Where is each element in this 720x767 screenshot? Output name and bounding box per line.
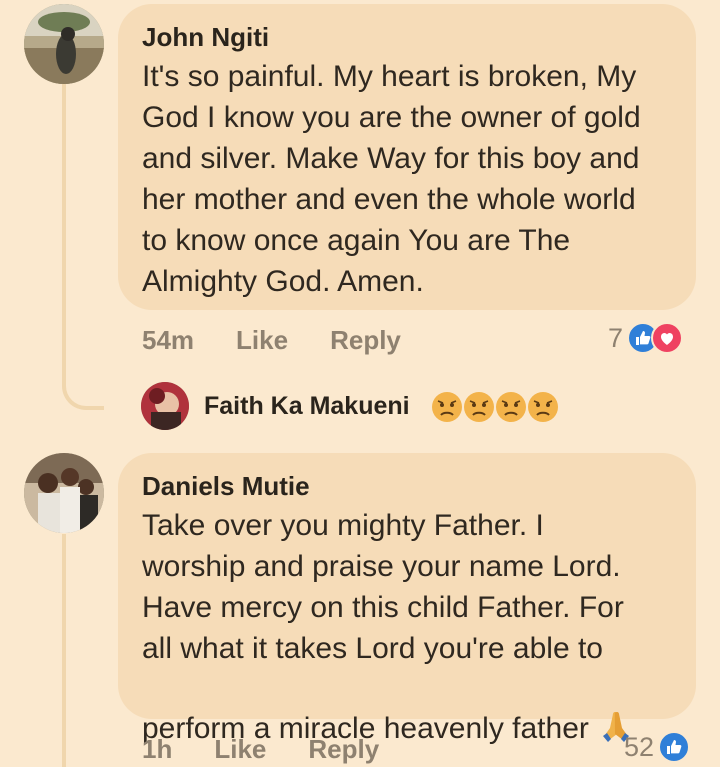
like-button[interactable]: Like — [214, 734, 266, 765]
comment-actions: 54m Like Reply — [142, 325, 401, 356]
comment-author[interactable]: Daniels Mutie — [142, 471, 672, 501]
reply-emoji-row — [432, 392, 558, 422]
thread-line — [62, 84, 66, 379]
avatar[interactable] — [24, 453, 104, 533]
comment-timestamp[interactable]: 1h — [142, 734, 172, 765]
thread-line — [62, 534, 66, 767]
sad-face-icon — [496, 392, 526, 422]
reply-button[interactable]: Reply — [308, 734, 379, 765]
thread-connector — [62, 370, 104, 410]
comment-text-body: Take over you mighty Father. I worship a… — [142, 509, 624, 745]
comment-bubble: Daniels Mutie Take over you mighty Fathe… — [118, 453, 696, 745]
love-icon — [651, 322, 684, 354]
comment-author[interactable]: John Ngiti — [142, 22, 672, 52]
comment-timestamp[interactable]: 54m — [142, 325, 194, 356]
reply-button[interactable]: Reply — [330, 325, 401, 356]
reply-avatar[interactable] — [141, 382, 189, 430]
sad-face-icon — [528, 392, 558, 422]
sad-face-icon — [464, 392, 494, 422]
comment-text: It's so painful. My heart is broken, My … — [142, 60, 641, 298]
like-icon — [658, 731, 691, 763]
avatar[interactable] — [24, 4, 104, 84]
comment-text: Take over you mighty Father. I worship a… — [142, 505, 672, 753]
reaction-summary[interactable]: 52 — [624, 731, 691, 763]
reply-author[interactable]: Faith Ka Makueni — [204, 392, 410, 421]
reaction-summary[interactable]: 7 — [608, 322, 684, 354]
reaction-count: 7 — [608, 322, 624, 353]
comments-feed: John Ngiti It's so painful. My heart is … — [0, 0, 720, 767]
reaction-count: 52 — [624, 731, 655, 762]
sad-face-icon — [432, 392, 462, 422]
comment-bubble: John Ngiti It's so painful. My heart is … — [118, 4, 696, 310]
like-button[interactable]: Like — [236, 325, 288, 356]
comment-actions: 1h Like Reply — [142, 734, 379, 765]
